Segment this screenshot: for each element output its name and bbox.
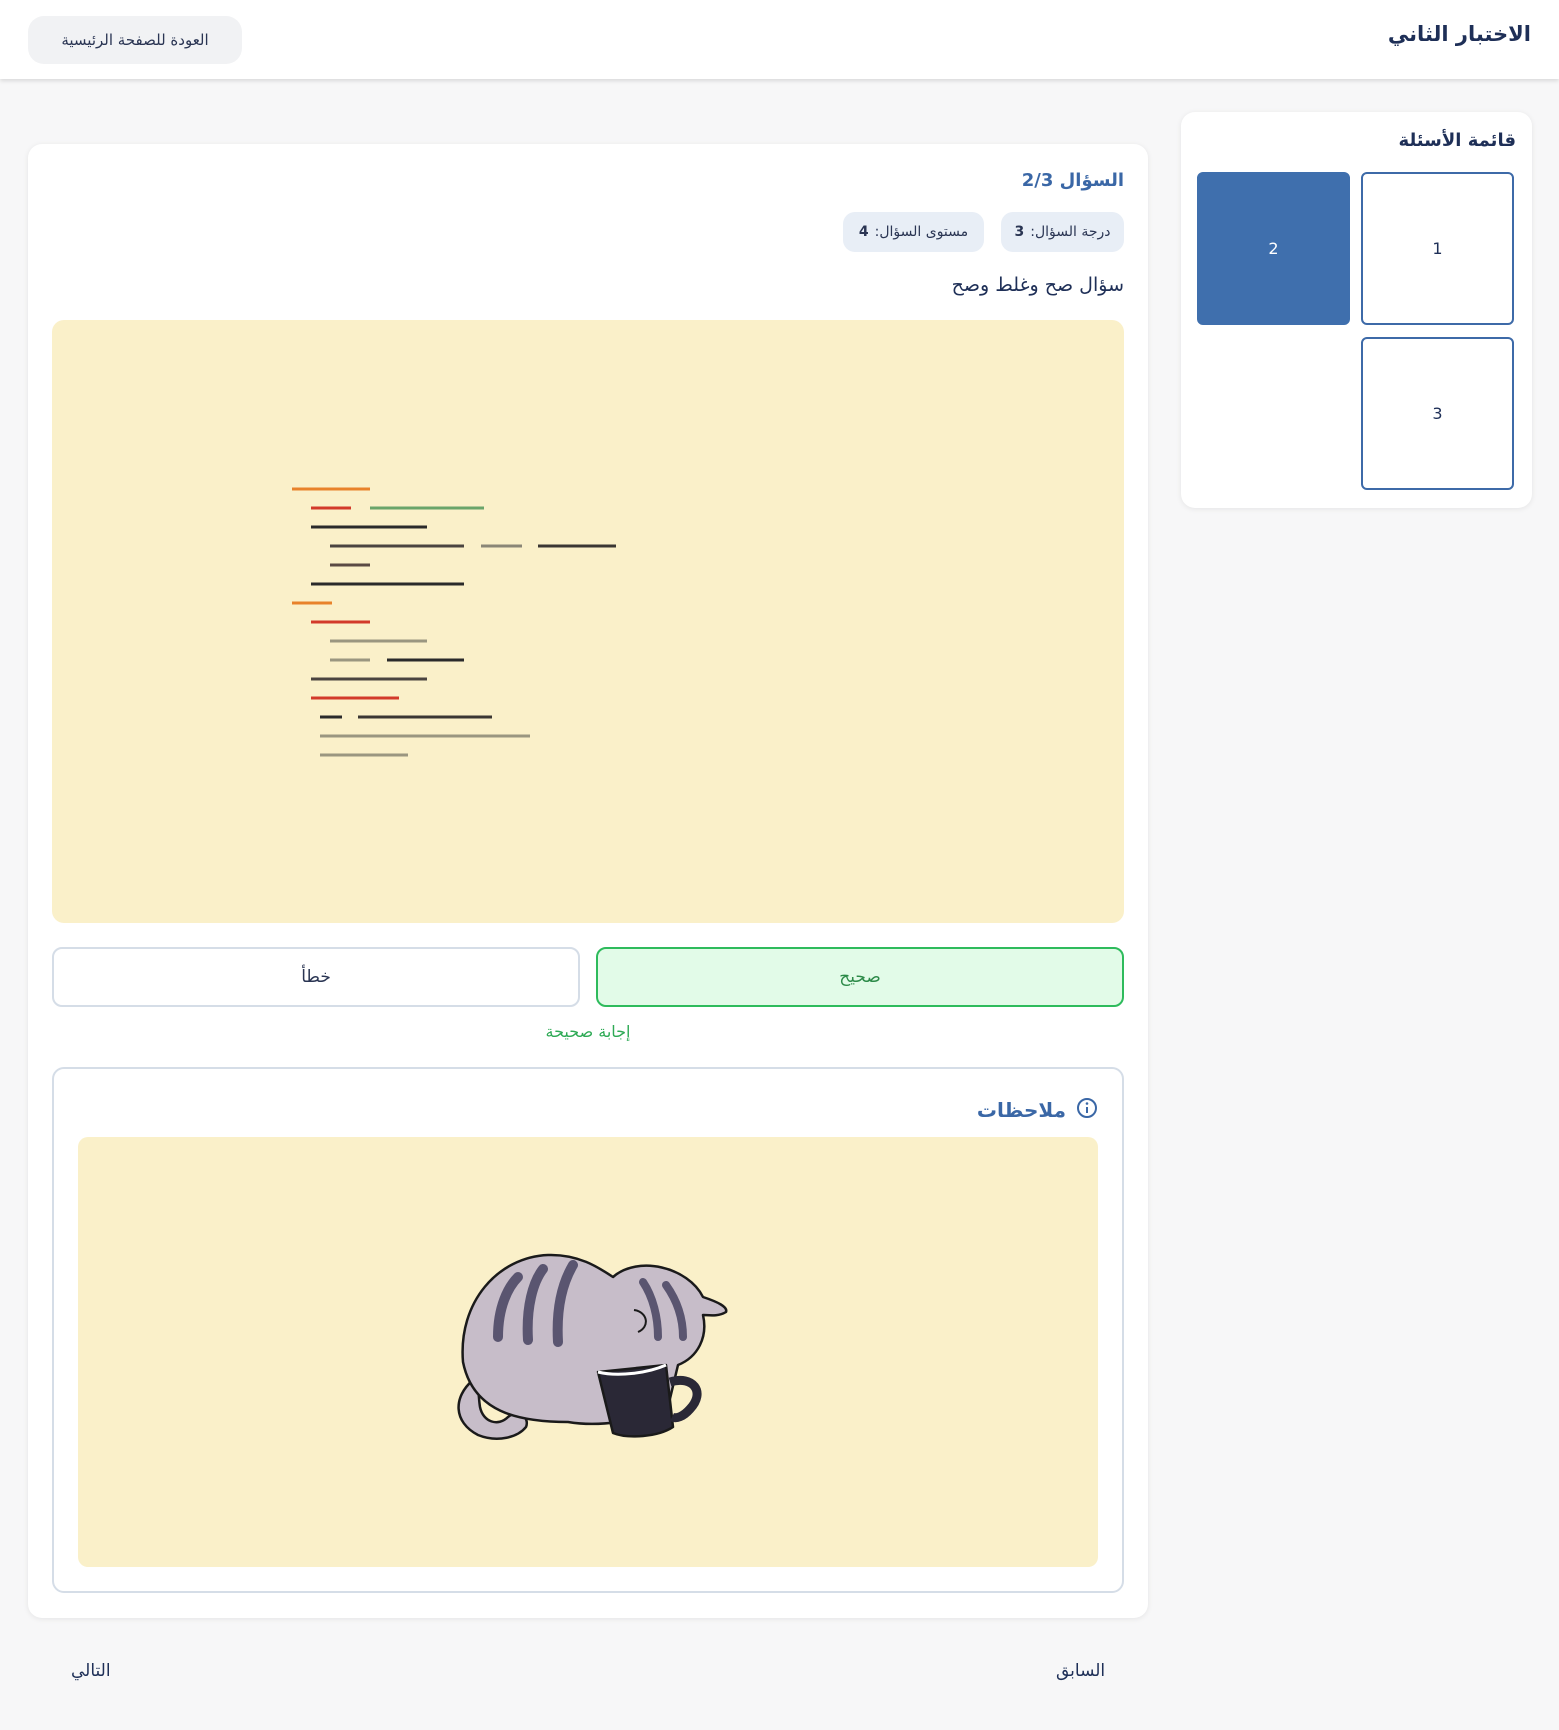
score-value: 3 bbox=[1014, 224, 1025, 240]
question-button-1[interactable]: 1 bbox=[1361, 172, 1514, 325]
notes-header: ملاحظات bbox=[977, 1097, 1098, 1123]
notes-panel: ملاحظات bbox=[52, 1067, 1124, 1593]
code-screenshot-image bbox=[52, 320, 1124, 923]
score-chip: درجة السؤال: 3 bbox=[1001, 212, 1124, 252]
next-button[interactable]: التالي bbox=[71, 1661, 111, 1681]
answer-false-button[interactable]: خطأ bbox=[52, 947, 580, 1007]
question-button-3[interactable]: 3 bbox=[1361, 337, 1514, 490]
cat-in-mug-image bbox=[78, 1137, 1098, 1567]
question-text: سؤال صح وغلط وصح bbox=[951, 274, 1124, 296]
level-chip: مستوى السؤال: 4 bbox=[843, 212, 984, 252]
cat-illustration bbox=[457, 1253, 728, 1440]
question-number: السؤال 2/3 bbox=[1021, 170, 1124, 191]
code-lines-graphic bbox=[292, 487, 616, 757]
level-label: مستوى السؤال: bbox=[874, 224, 969, 240]
questions-sidebar: قائمة الأسئلة 1 2 3 bbox=[1181, 112, 1532, 508]
sidebar-title: قائمة الأسئلة bbox=[1398, 130, 1516, 151]
score-label: درجة السؤال: bbox=[1030, 224, 1111, 240]
info-icon bbox=[1076, 1097, 1098, 1123]
answer-result: إجابة صحيحة bbox=[545, 1022, 631, 1041]
notes-title: ملاحظات bbox=[976, 1098, 1066, 1122]
answer-true-button[interactable]: صحيح bbox=[596, 947, 1124, 1007]
question-button-2[interactable]: 2 bbox=[1197, 172, 1350, 325]
page-title: الاختبار الثاني bbox=[1387, 22, 1531, 46]
level-value: 4 bbox=[858, 224, 869, 240]
question-card: السؤال 2/3 درجة السؤال: 3 مستوى السؤال: … bbox=[28, 144, 1148, 1618]
top-bar: الاختبار الثاني العودة للصفحة الرئيسية bbox=[0, 0, 1559, 79]
back-to-home-button[interactable]: العودة للصفحة الرئيسية bbox=[28, 16, 242, 64]
previous-button[interactable]: السابق bbox=[1056, 1661, 1105, 1681]
